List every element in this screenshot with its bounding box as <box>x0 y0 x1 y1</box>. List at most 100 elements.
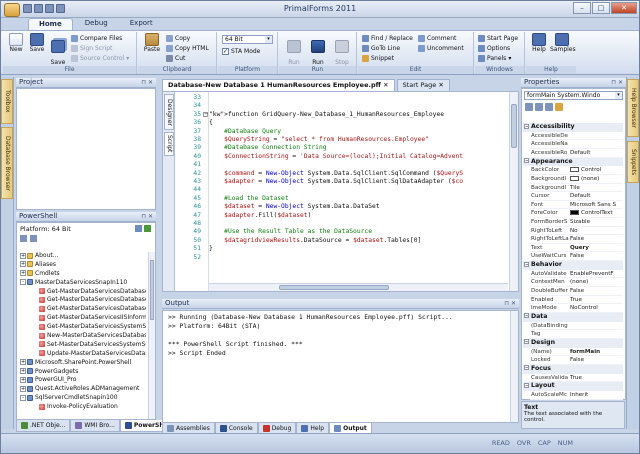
property-value[interactable]: Control <box>570 166 623 174</box>
property-value[interactable]: Microsoft Sans S <box>570 201 623 209</box>
property-row[interactable]: (DataBinding <box>530 322 623 331</box>
property-row[interactable]: FormBorderS Sizable <box>530 218 623 227</box>
property-row[interactable]: AutoValidate EnablePreventF <box>530 270 623 279</box>
tab-start-page[interactable]: Start Page ✕ <box>396 79 450 91</box>
expand-icon[interactable]: + <box>20 376 26 383</box>
property-category[interactable]: − Behavior <box>523 261 623 270</box>
property-value[interactable]: Query <box>570 244 623 252</box>
expand-icon[interactable]: + <box>20 261 26 268</box>
property-value[interactable]: False <box>570 287 623 295</box>
collapse-icon[interactable]: − <box>524 261 529 267</box>
expand-icon[interactable]: + <box>20 270 26 277</box>
collapse-icon[interactable]: − <box>524 365 529 371</box>
samples-button[interactable]: Samples <box>550 33 576 54</box>
cut-button[interactable]: Cut <box>166 54 185 63</box>
property-row[interactable]: ForeColor ControlText <box>530 209 623 218</box>
property-row[interactable]: AccessibleDe <box>530 132 623 141</box>
expand-icon[interactable]: + <box>20 368 26 375</box>
script-editor[interactable]: Designer Script 33 34 35−36 37 38 39 40 41 42 43 4… <box>162 91 519 292</box>
property-value[interactable]: Default <box>570 192 623 200</box>
source-control-button[interactable]: Source Control ▾ <box>71 54 129 63</box>
snippets-tab[interactable]: Snippets <box>627 141 639 183</box>
property-row[interactable]: BackColor Control <box>530 166 623 175</box>
uncomment-button[interactable]: Uncomment <box>418 44 464 53</box>
property-row[interactable]: CausesValida True <box>530 374 623 383</box>
compare-files-button[interactable]: Compare Files <box>71 34 122 43</box>
property-row[interactable]: UseWaitCurs False <box>530 252 623 261</box>
property-row[interactable]: RightToLeft No <box>530 227 623 236</box>
database-browser-tab[interactable]: Database Browser <box>1 127 13 199</box>
platform-select[interactable]: 64 Bit ▾ <box>222 35 273 44</box>
copy-button[interactable]: Copy <box>166 34 190 43</box>
output-scrollbar[interactable] <box>510 311 518 422</box>
property-value[interactable]: Sizable <box>570 218 623 226</box>
property-value[interactable]: False <box>570 356 623 364</box>
property-row[interactable]: Text Query <box>530 244 623 253</box>
tab-designer[interactable]: Designer <box>164 94 174 130</box>
collapse-icon[interactable]: − <box>524 382 529 388</box>
tree-node[interactable]: Get-MasterDataServicesSystemSett <box>20 323 146 332</box>
copy-html-button[interactable]: Copy HTML <box>166 44 209 53</box>
property-value[interactable]: (none) <box>570 278 623 286</box>
collapse-icon[interactable]: - <box>20 279 26 286</box>
tree-node[interactable]: Get-MasterDataServicesDatabaseSe <box>20 305 146 314</box>
property-value[interactable]: Default <box>570 149 623 157</box>
tree-node[interactable]: New-MasterDataServicesDatabase <box>20 332 146 341</box>
filter-icon[interactable] <box>30 235 37 242</box>
tree-node[interactable]: Get-MasterDataServicesDatabase <box>20 288 146 297</box>
snippet-button[interactable]: Snippet <box>362 54 394 63</box>
property-value[interactable]: Tile <box>570 184 623 192</box>
properties-icon[interactable] <box>545 103 553 111</box>
property-category[interactable]: − Focus <box>523 364 623 374</box>
refresh-icon[interactable] <box>135 225 142 232</box>
collapse-icon[interactable]: − <box>524 339 529 345</box>
tree-node[interactable]: + PowerGUI_Pro <box>20 376 146 385</box>
tree-node[interactable]: Get-MasterDataServicesIISInformatio <box>20 314 146 323</box>
editor-scroll-thumb[interactable] <box>511 104 517 148</box>
tab-export[interactable]: Export <box>120 18 163 30</box>
tree-node[interactable]: - MasterDataServicesSnapIn110 <box>20 279 146 288</box>
property-row[interactable]: Cursor Default <box>530 192 623 201</box>
property-row[interactable]: AutoScaleMc Inherit <box>530 391 623 400</box>
property-row[interactable]: Locked False <box>530 356 623 365</box>
property-value[interactable]: NoControl <box>570 304 623 312</box>
close-icon[interactable]: ✕ <box>383 81 388 89</box>
tree-node[interactable]: Update-MasterDataServicesDatabas <box>20 350 146 359</box>
sign-script-button[interactable]: Sign Script <box>71 44 112 53</box>
property-category[interactable]: − Appearance <box>523 157 623 167</box>
comment-button[interactable]: Comment <box>418 34 456 43</box>
tree-node[interactable]: Get-MasterDataServicesDatabase <box>20 296 146 305</box>
collapse-icon[interactable]: - <box>20 394 26 401</box>
toolbox-tab[interactable]: Toolbox <box>1 79 13 124</box>
tree-node[interactable]: - SqlServerCmdletSnapin100 <box>20 394 146 403</box>
help-button[interactable]: Help <box>529 33 549 54</box>
fold-icon[interactable]: − <box>203 112 208 118</box>
maximize-button[interactable]: □ <box>592 2 610 14</box>
options-button[interactable]: Options <box>478 44 510 53</box>
tab-dotnet-objects[interactable]: .NET Obje... <box>16 420 71 432</box>
pin-icon[interactable]: ⊓ ✕ <box>504 299 516 308</box>
close-icon[interactable]: ✕ <box>438 81 443 89</box>
property-value[interactable]: False <box>570 252 623 260</box>
tab-home[interactable]: Home <box>28 18 73 30</box>
property-value[interactable]: ControlText <box>570 209 623 217</box>
help-icon[interactable] <box>144 225 151 232</box>
alphabetical-icon[interactable] <box>535 103 543 111</box>
panels-button[interactable]: Panels ▾ <box>478 54 511 63</box>
tab-document-pff[interactable]: Database-New Database 1 HumanResources E… <box>162 79 395 91</box>
tree-node[interactable]: Set-MasterDataServicesSystemSett <box>20 341 146 350</box>
property-value[interactable]: EnablePreventF <box>570 270 623 278</box>
property-row[interactable]: Font Microsoft Sans S <box>530 201 623 210</box>
categorized-icon[interactable] <box>525 103 533 111</box>
tree-node[interactable]: + About... <box>20 252 146 261</box>
property-category[interactable]: − Design <box>523 338 623 348</box>
pin-icon[interactable]: ⊓ ✕ <box>141 78 153 87</box>
object-selector[interactable]: formMain System.Windo ▾ <box>524 91 623 100</box>
expand-icon[interactable]: + <box>20 359 26 366</box>
tree-node[interactable]: Invoke-PolicyEvaluation <box>20 403 146 412</box>
property-row[interactable]: AccessibleNa <box>530 140 623 149</box>
property-value[interactable]: (none) <box>570 175 623 183</box>
tree-node[interactable]: + Cmdlets <box>20 270 146 279</box>
collapse-icon[interactable]: − <box>524 158 529 164</box>
property-row[interactable]: ContextMen (none) <box>530 278 623 287</box>
